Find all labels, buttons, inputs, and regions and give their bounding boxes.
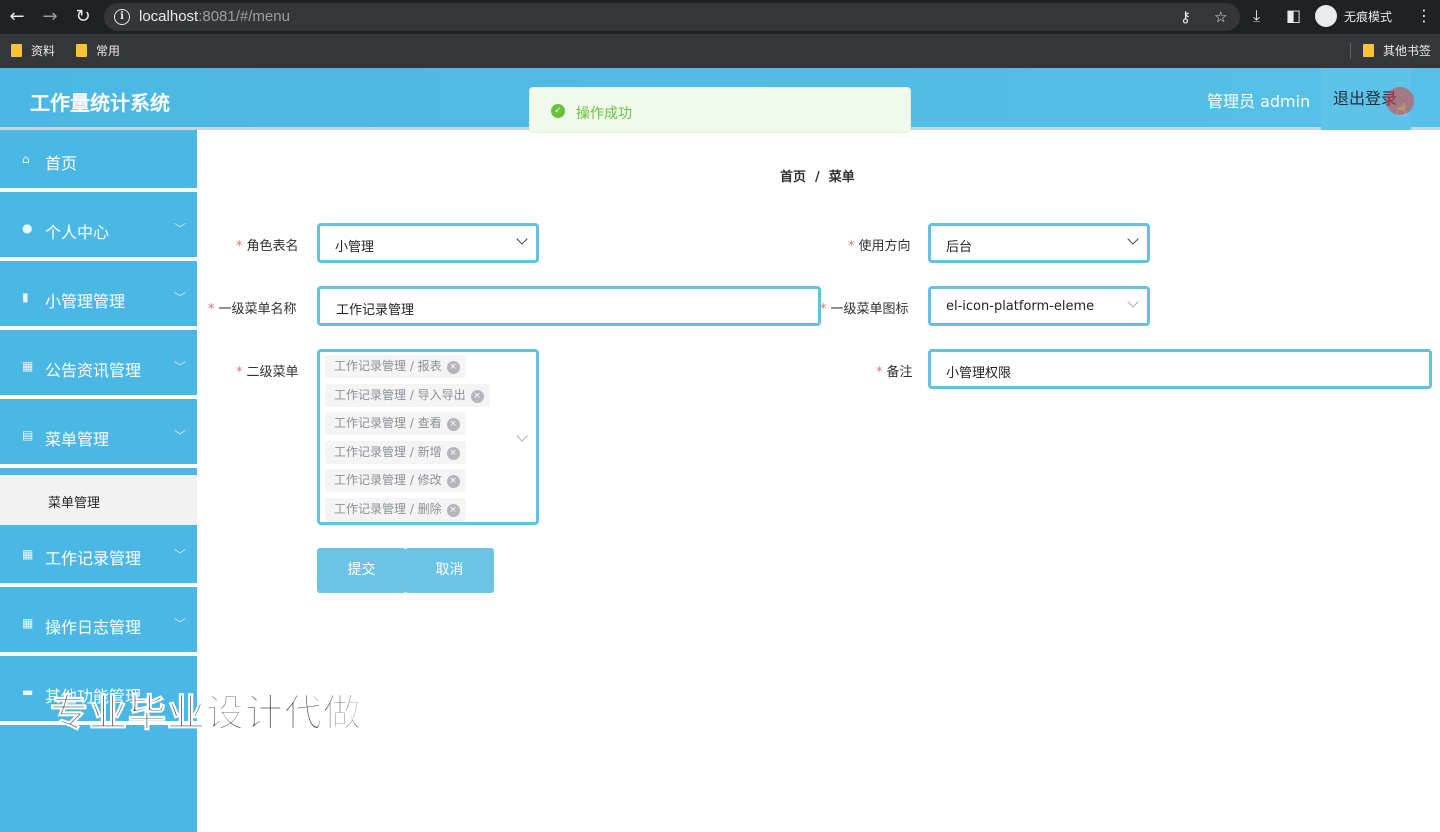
role-label: * 角色表名 (236, 239, 299, 254)
grid-icon: ▦ (22, 547, 34, 561)
bookmark-folder[interactable]: 常用 (76, 42, 120, 59)
sidebar-subitem-label: 菜单管理 (48, 496, 101, 511)
close-icon[interactable]: × (446, 418, 460, 431)
sidebar-item-label: 小管理管理 (45, 292, 126, 311)
role-select-value: 小管理 (335, 240, 375, 255)
sidebar-item-home[interactable]: ⌂ 首页 (0, 130, 197, 192)
menu-name-label: * 一级菜单名称 (208, 302, 297, 317)
close-icon[interactable]: × (446, 447, 460, 460)
remark-input[interactable]: 小管理权限 (928, 349, 1432, 389)
remark-value: 小管理权限 (946, 366, 1012, 381)
menu-name-input[interactable]: 工作记录管理 (317, 286, 821, 326)
bookmark-folder[interactable]: 资料 (11, 42, 55, 59)
submenu-tag: 工作记录管理 / 查看 × (325, 412, 466, 435)
submenu-tag: 工作记录管理 / 新增 × (325, 441, 466, 464)
star-icon[interactable]: ☆ (1214, 8, 1227, 26)
other-bookmarks[interactable]: 其他书签 (1363, 42, 1431, 59)
submenu-label: * 二级菜单 (236, 365, 299, 380)
chevron-down-icon: ﹀ (174, 548, 187, 562)
menu-name-value: 工作记录管理 (336, 303, 415, 318)
sidebar-item-menu[interactable]: ▤ 菜单管理 ﹀ (0, 406, 197, 468)
hand-cursor-icon: ☝ (1396, 100, 1407, 121)
menu-icon-label: * 一级菜单图标 (820, 302, 909, 317)
browser-toolbar: ← → ↻ i localhost:8081/#/menu ⚷ ☆ ⤓ ◧ 无痕… (0, 0, 1440, 34)
watermark-text: 专业毕业设计代做 (49, 691, 363, 736)
close-icon[interactable]: × (446, 504, 460, 517)
close-icon[interactable]: × (446, 361, 460, 374)
bookmark-separator (1350, 43, 1351, 59)
submenu-tag: 工作记录管理 / 导入导出 × (325, 384, 490, 407)
sidebar-item-admins[interactable]: ▮ 小管理管理 ﹀ (0, 268, 197, 330)
back-arrow-icon[interactable]: ← (6, 6, 28, 28)
folder-icon (1363, 44, 1374, 57)
notebook-icon: ▮ (22, 290, 29, 304)
sidebar-item-label: 菜单管理 (45, 430, 110, 449)
sidebar-subitem-menu[interactable]: 菜单管理 (0, 475, 197, 525)
direction-select-value: 后台 (946, 240, 973, 255)
menu-icon-select-value: el-icon-platform-eleme (946, 299, 1095, 314)
menu-icon-select[interactable]: el-icon-platform-eleme (928, 286, 1150, 326)
chevron-down-icon (516, 233, 528, 245)
folder-icon (76, 44, 87, 57)
toast-message: 操作成功 (576, 106, 632, 122)
submenu-tag: 工作记录管理 / 删除 × (325, 498, 466, 521)
breadcrumb-current: 菜单 (828, 170, 855, 185)
sidebar-item-label: 操作日志管理 (45, 618, 142, 637)
breadcrumb-separator: / (815, 170, 820, 185)
chat-icon: ▬ (22, 685, 34, 699)
user-icon: ● (22, 221, 33, 235)
reload-icon[interactable]: ↻ (72, 6, 94, 28)
close-icon[interactable]: × (446, 475, 460, 488)
chevron-down-icon (1127, 233, 1139, 245)
forward-arrow-icon[interactable]: → (39, 6, 61, 28)
close-icon[interactable]: × (470, 390, 484, 403)
submit-button[interactable]: 提交 (317, 548, 406, 593)
admin-label: 管理员 admin (1207, 92, 1311, 111)
chevron-down-icon: ﹀ (174, 360, 187, 374)
breadcrumb: 首页 / 菜单 (780, 166, 855, 185)
sidebar-item-label: 工作记录管理 (45, 549, 142, 568)
incognito-label: 无痕模式 (1344, 10, 1393, 24)
submenu-multi-select[interactable]: 工作记录管理 / 报表 × 工作记录管理 / 导入导出 × 工作记录管理 / 查看 ×… (317, 349, 539, 525)
remark-label: * 备注 (876, 365, 913, 380)
more-menu-icon[interactable]: ⋮ (1416, 6, 1432, 25)
chevron-down-icon: ﹀ (174, 429, 187, 443)
sidebar-item-label: 公告资讯管理 (45, 361, 142, 380)
app-title: 工作量统计系统 (30, 91, 170, 115)
download-icon[interactable]: ⤓ (1253, 6, 1260, 26)
grid-icon: ▦ (22, 616, 34, 630)
sidebar-item-work-records[interactable]: ▦ 工作记录管理 ﹀ (0, 525, 197, 587)
direction-select[interactable]: 后台 (928, 223, 1150, 263)
clipboard-icon: ▤ (22, 428, 34, 442)
url-text: localhost:8081/#/menu (139, 8, 290, 25)
sidebar-item-label: 个人中心 (45, 223, 110, 242)
sidebar-item-news[interactable]: ▦ 公告资讯管理 ﹀ (0, 337, 197, 399)
chevron-down-icon: ﹀ (174, 222, 187, 236)
chevron-down-icon (516, 430, 528, 442)
key-icon[interactable]: ⚷ (1180, 8, 1191, 26)
chevron-down-icon (1127, 296, 1139, 308)
folder-icon (11, 44, 22, 57)
side-panel-icon[interactable]: ◧ (1286, 6, 1301, 25)
bookmarks-bar: 资料 常用 其他书签 (0, 34, 1440, 68)
success-toast: ✓ 操作成功 (529, 87, 911, 133)
home-icon: ⌂ (22, 152, 30, 166)
site-info-icon[interactable]: i (114, 9, 130, 25)
check-circle-icon: ✓ (551, 104, 565, 118)
submenu-tag: 工作记录管理 / 报表 × (325, 355, 466, 378)
direction-label: * 使用方向 (848, 239, 911, 254)
breadcrumb-home[interactable]: 首页 (780, 170, 806, 185)
sidebar-item-profile[interactable]: ● 个人中心 ﹀ (0, 199, 197, 261)
address-bar[interactable]: i localhost:8081/#/menu ⚷ ☆ (104, 3, 1240, 31)
submenu-tag: 工作记录管理 / 修改 × (325, 469, 466, 492)
chevron-down-icon: ﹀ (174, 291, 187, 305)
role-select[interactable]: 小管理 (317, 223, 539, 263)
grid-icon: ▦ (22, 359, 34, 373)
sidebar-item-label: 首页 (45, 154, 78, 173)
chevron-down-icon: ﹀ (174, 617, 187, 631)
incognito-icon[interactable] (1315, 5, 1337, 27)
cancel-button[interactable]: 取消 (405, 548, 494, 593)
sidebar-item-logs[interactable]: ▦ 操作日志管理 ﹀ (0, 594, 197, 656)
